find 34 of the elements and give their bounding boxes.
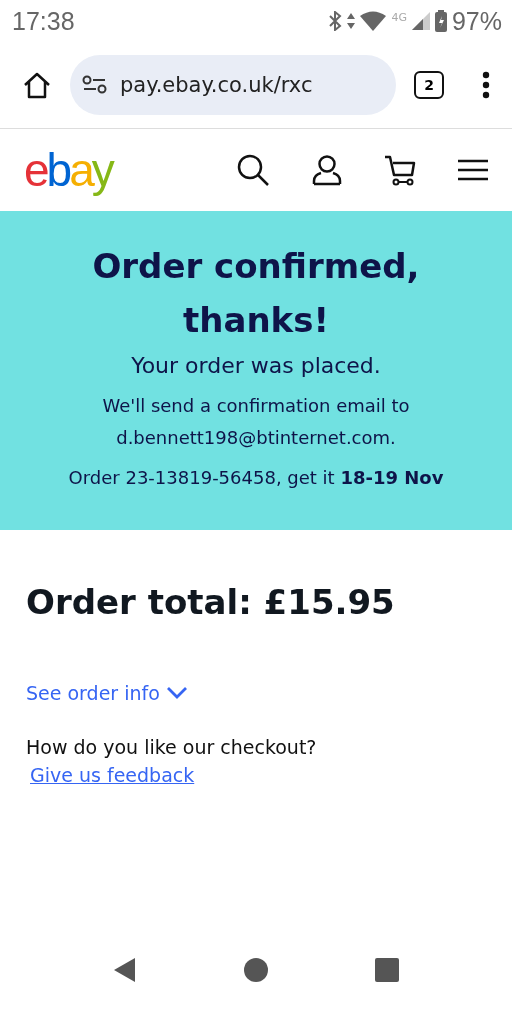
account-icon[interactable] <box>312 154 342 186</box>
logo-letter: e <box>24 144 47 196</box>
see-order-info-link[interactable]: See order info <box>26 682 188 704</box>
logo-letter: b <box>46 144 70 196</box>
network-type: 4G <box>391 10 407 24</box>
url-text: pay.ebay.co.uk/rxc <box>120 73 313 97</box>
feedback-link[interactable]: Give us feedback <box>30 764 195 786</box>
battery-icon <box>434 10 447 32</box>
address-bar[interactable]: pay.ebay.co.uk/rxc <box>70 55 396 115</box>
cart-icon[interactable] <box>384 154 416 186</box>
back-icon[interactable] <box>113 957 138 983</box>
logo-letter: y <box>91 144 112 196</box>
wifi-icon <box>360 11 387 31</box>
ebay-logo[interactable]: ebay <box>24 143 112 197</box>
data-arrows-icon <box>347 13 356 29</box>
search-icon[interactable] <box>236 153 270 187</box>
logo-letter: a <box>69 144 92 196</box>
email-note: We'll send a confirmation email to d.bennett198@btinternet.com. <box>101 394 411 450</box>
home-button-icon[interactable] <box>244 958 268 982</box>
more-menu-icon[interactable] <box>482 71 490 99</box>
signal-icon <box>411 12 430 30</box>
bluetooth-icon <box>328 11 343 31</box>
menu-icon[interactable] <box>458 159 488 181</box>
banner-subtitle: Your order was placed. <box>131 353 381 378</box>
order-total: Order total: £15.95 <box>26 582 395 622</box>
site-settings-icon[interactable] <box>82 75 108 95</box>
status-time: 17:38 <box>12 6 75 36</box>
battery-level: 97% <box>451 6 502 36</box>
feedback-question: How do you like our checkout? <box>26 736 317 758</box>
home-icon[interactable] <box>22 71 52 99</box>
recents-icon[interactable] <box>374 958 399 982</box>
banner-title: Order confirmed, thanks! <box>91 245 421 342</box>
order-line: Order 23-13819-56458, get it 18-19 Nov <box>68 466 444 490</box>
tab-count-button[interactable]: 2 <box>414 71 444 99</box>
